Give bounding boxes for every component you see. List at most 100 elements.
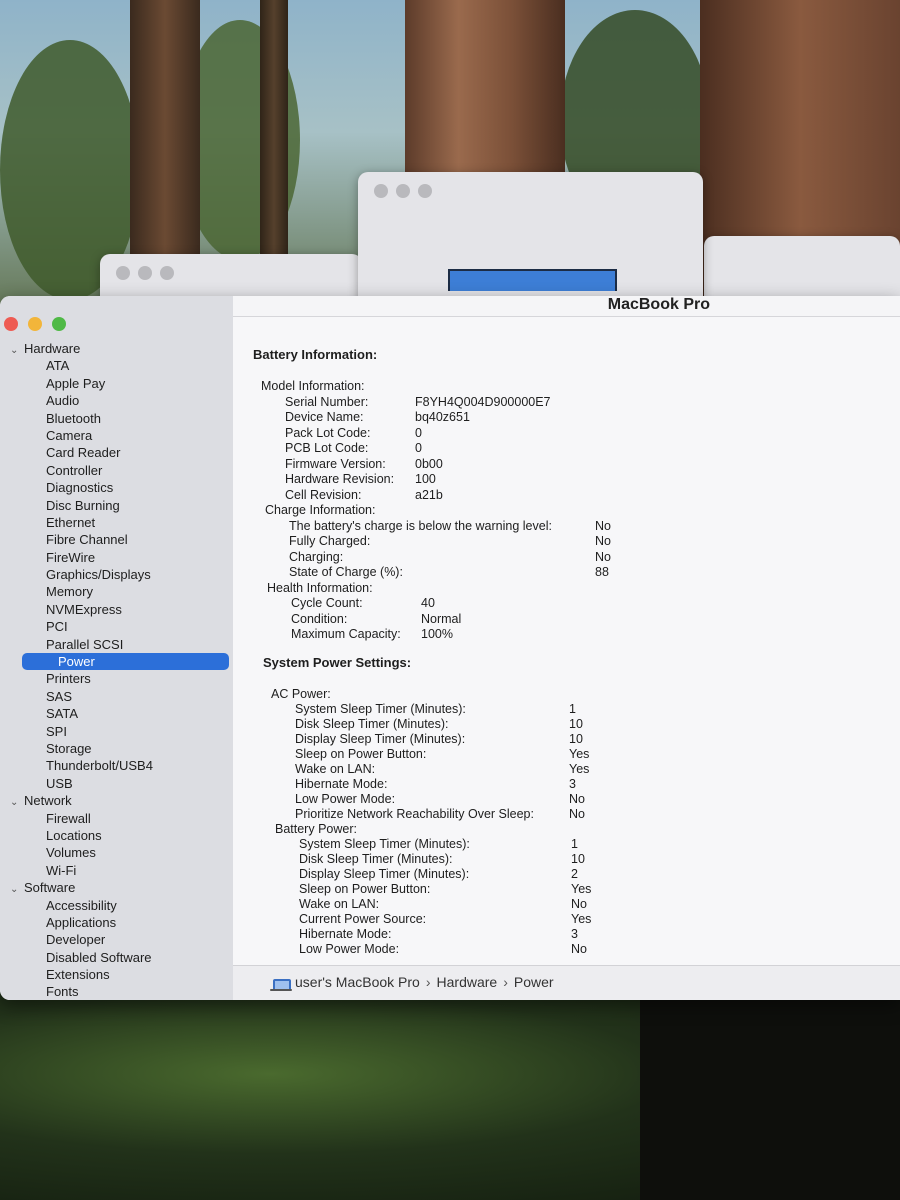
shadow-area bbox=[640, 995, 900, 1200]
property-label: System Sleep Timer (Minutes): bbox=[295, 701, 466, 716]
property-value: 10 bbox=[569, 716, 583, 731]
sidebar-group-label: Network bbox=[24, 793, 72, 809]
breadcrumb-item[interactable]: user's MacBook Pro bbox=[295, 974, 420, 990]
property-label: Display Sleep Timer (Minutes): bbox=[295, 731, 466, 746]
sidebar-item-disabled-software[interactable]: Disabled Software bbox=[0, 949, 233, 966]
sidebar-item-fonts[interactable]: Fonts bbox=[0, 983, 233, 1000]
property-label: Firmware Version: bbox=[285, 456, 386, 471]
property-label: Serial Number: bbox=[285, 394, 369, 409]
section-heading: System Power Settings: bbox=[263, 654, 412, 670]
window-title: MacBook Pro bbox=[607, 296, 710, 313]
chevron-right-icon: › bbox=[425, 974, 431, 990]
laptop-icon-base bbox=[270, 989, 292, 991]
sidebar-group-hardware[interactable]: ⌄ Hardware bbox=[0, 340, 233, 357]
sidebar-item-sas[interactable]: SAS bbox=[0, 688, 233, 705]
sidebar-item-firewire[interactable]: FireWire bbox=[0, 549, 233, 566]
sidebar-group-network[interactable]: ⌄ Network bbox=[0, 792, 233, 809]
subsection-heading: Model Information: bbox=[261, 379, 365, 393]
sidebar-item-volumes[interactable]: Volumes bbox=[0, 844, 233, 861]
detail-pane: MacBook Pro Battery Information: Model In… bbox=[233, 296, 900, 1000]
property-label: Hibernate Mode: bbox=[299, 926, 392, 941]
sidebar-item-parallel-scsi[interactable]: Parallel SCSI bbox=[0, 636, 233, 653]
sidebar-item-pci[interactable]: PCI bbox=[0, 618, 233, 635]
property-value: No bbox=[569, 791, 585, 806]
property-label: Cell Revision: bbox=[285, 487, 362, 502]
property-value: No bbox=[571, 941, 587, 956]
background-window[interactable] bbox=[358, 172, 703, 312]
sidebar-item-extensions[interactable]: Extensions bbox=[0, 966, 233, 983]
property-label: Low Power Mode: bbox=[295, 791, 396, 806]
property-label: The battery's charge is below the warnin… bbox=[289, 518, 552, 533]
sidebar-item-fibre-channel[interactable]: Fibre Channel bbox=[0, 531, 233, 548]
sidebar-item-card-reader[interactable]: Card Reader bbox=[0, 444, 233, 461]
sidebar-item-printers[interactable]: Printers bbox=[0, 670, 233, 687]
property-value: 2 bbox=[571, 866, 578, 881]
property-value: No bbox=[569, 806, 585, 821]
sidebar-item-usb[interactable]: USB bbox=[0, 775, 233, 792]
sidebar-item-wi-fi[interactable]: Wi-Fi bbox=[0, 862, 233, 879]
sidebar-item-storage[interactable]: Storage bbox=[0, 740, 233, 757]
sidebar-item-applications[interactable]: Applications bbox=[0, 914, 233, 931]
sidebar-item-sata[interactable]: SATA bbox=[0, 705, 233, 722]
status-bar: user's MacBook Pro › Hardware › Power bbox=[233, 965, 900, 1000]
sidebar-item-bluetooth[interactable]: Bluetooth bbox=[0, 410, 233, 427]
property-label: Pack Lot Code: bbox=[285, 425, 371, 440]
chevron-down-icon[interactable]: ⌄ bbox=[10, 881, 24, 898]
sidebar: ⌄ Hardware ATA Apple Pay Audio Bluetooth Camer… bbox=[0, 296, 234, 1000]
property-label: State of Charge (%): bbox=[289, 565, 403, 579]
sidebar-group-software[interactable]: ⌄ Software bbox=[0, 879, 233, 896]
property-label: Charging: bbox=[289, 549, 344, 564]
property-value: No bbox=[595, 518, 611, 533]
sidebar-item-disc-burning[interactable]: Disc Burning bbox=[0, 497, 233, 514]
property-value: 0 bbox=[415, 441, 422, 455]
breadcrumb-item[interactable]: Power bbox=[514, 974, 554, 990]
minimize-button[interactable] bbox=[28, 317, 42, 331]
chevron-down-icon[interactable]: ⌄ bbox=[10, 342, 24, 359]
window-button-icon bbox=[374, 184, 388, 198]
close-button[interactable] bbox=[4, 317, 18, 331]
sidebar-item-audio[interactable]: Audio bbox=[0, 392, 233, 409]
chevron-down-icon[interactable]: ⌄ bbox=[10, 794, 24, 811]
property-value: 3 bbox=[569, 776, 576, 791]
property-label: Disk Sleep Timer (Minutes): bbox=[299, 851, 453, 866]
zoom-button[interactable] bbox=[52, 317, 66, 331]
property-value: No bbox=[595, 549, 611, 564]
property-value: 10 bbox=[571, 851, 585, 866]
sidebar-item-apple-pay[interactable]: Apple Pay bbox=[0, 375, 233, 392]
sidebar-item-power[interactable]: Power bbox=[22, 653, 229, 671]
property-label: Wake on LAN: bbox=[299, 896, 380, 911]
window-button-icon bbox=[116, 266, 130, 280]
property-label: Fully Charged: bbox=[289, 534, 371, 548]
sidebar-item-thunderbolt-usb4[interactable]: Thunderbolt/USB4 bbox=[0, 757, 233, 774]
sidebar-group-label: Software bbox=[24, 880, 76, 896]
property-label: Device Name: bbox=[285, 410, 364, 424]
property-label: Current Power Source: bbox=[299, 911, 427, 926]
window-button-icon bbox=[160, 266, 174, 280]
sidebar-item-camera[interactable]: Camera bbox=[0, 427, 233, 444]
section-heading: Battery Information: bbox=[253, 347, 378, 362]
sidebar-item-ata[interactable]: ATA bbox=[0, 357, 233, 374]
sidebar-item-controller[interactable]: Controller bbox=[0, 462, 233, 479]
property-value: 100 bbox=[415, 472, 436, 486]
sidebar-item-nvmexpress[interactable]: NVMExpress bbox=[0, 601, 233, 618]
property-label: Hibernate Mode: bbox=[295, 776, 388, 791]
sidebar-item-firewall[interactable]: Firewall bbox=[0, 810, 233, 827]
property-label: Condition: bbox=[291, 611, 348, 626]
breadcrumb-item[interactable]: Hardware bbox=[437, 974, 498, 990]
property-value: 100% bbox=[421, 627, 453, 641]
sidebar-item-accessibility[interactable]: Accessibility bbox=[0, 897, 233, 914]
sidebar-item-developer[interactable]: Developer bbox=[0, 931, 233, 948]
sidebar-item-graphics-displays[interactable]: Graphics/Displays bbox=[0, 566, 233, 583]
sidebar-item-diagnostics[interactable]: Diagnostics bbox=[0, 479, 233, 496]
sidebar-item-spi[interactable]: SPI bbox=[0, 723, 233, 740]
sidebar-item-ethernet[interactable]: Ethernet bbox=[0, 514, 233, 531]
property-value: Normal bbox=[421, 611, 462, 626]
category-tree: ⌄ Hardware ATA Apple Pay Audio Bluetooth Camer… bbox=[0, 340, 233, 1000]
property-value: F8YH4Q004D900000E7 bbox=[415, 394, 551, 409]
subsection-heading: Charge Information: bbox=[265, 503, 376, 517]
sidebar-item-memory[interactable]: Memory bbox=[0, 583, 233, 600]
sidebar-item-locations[interactable]: Locations bbox=[0, 827, 233, 844]
property-value: 88 bbox=[595, 565, 609, 579]
property-value: 1 bbox=[571, 836, 578, 851]
window-controls bbox=[4, 317, 66, 331]
